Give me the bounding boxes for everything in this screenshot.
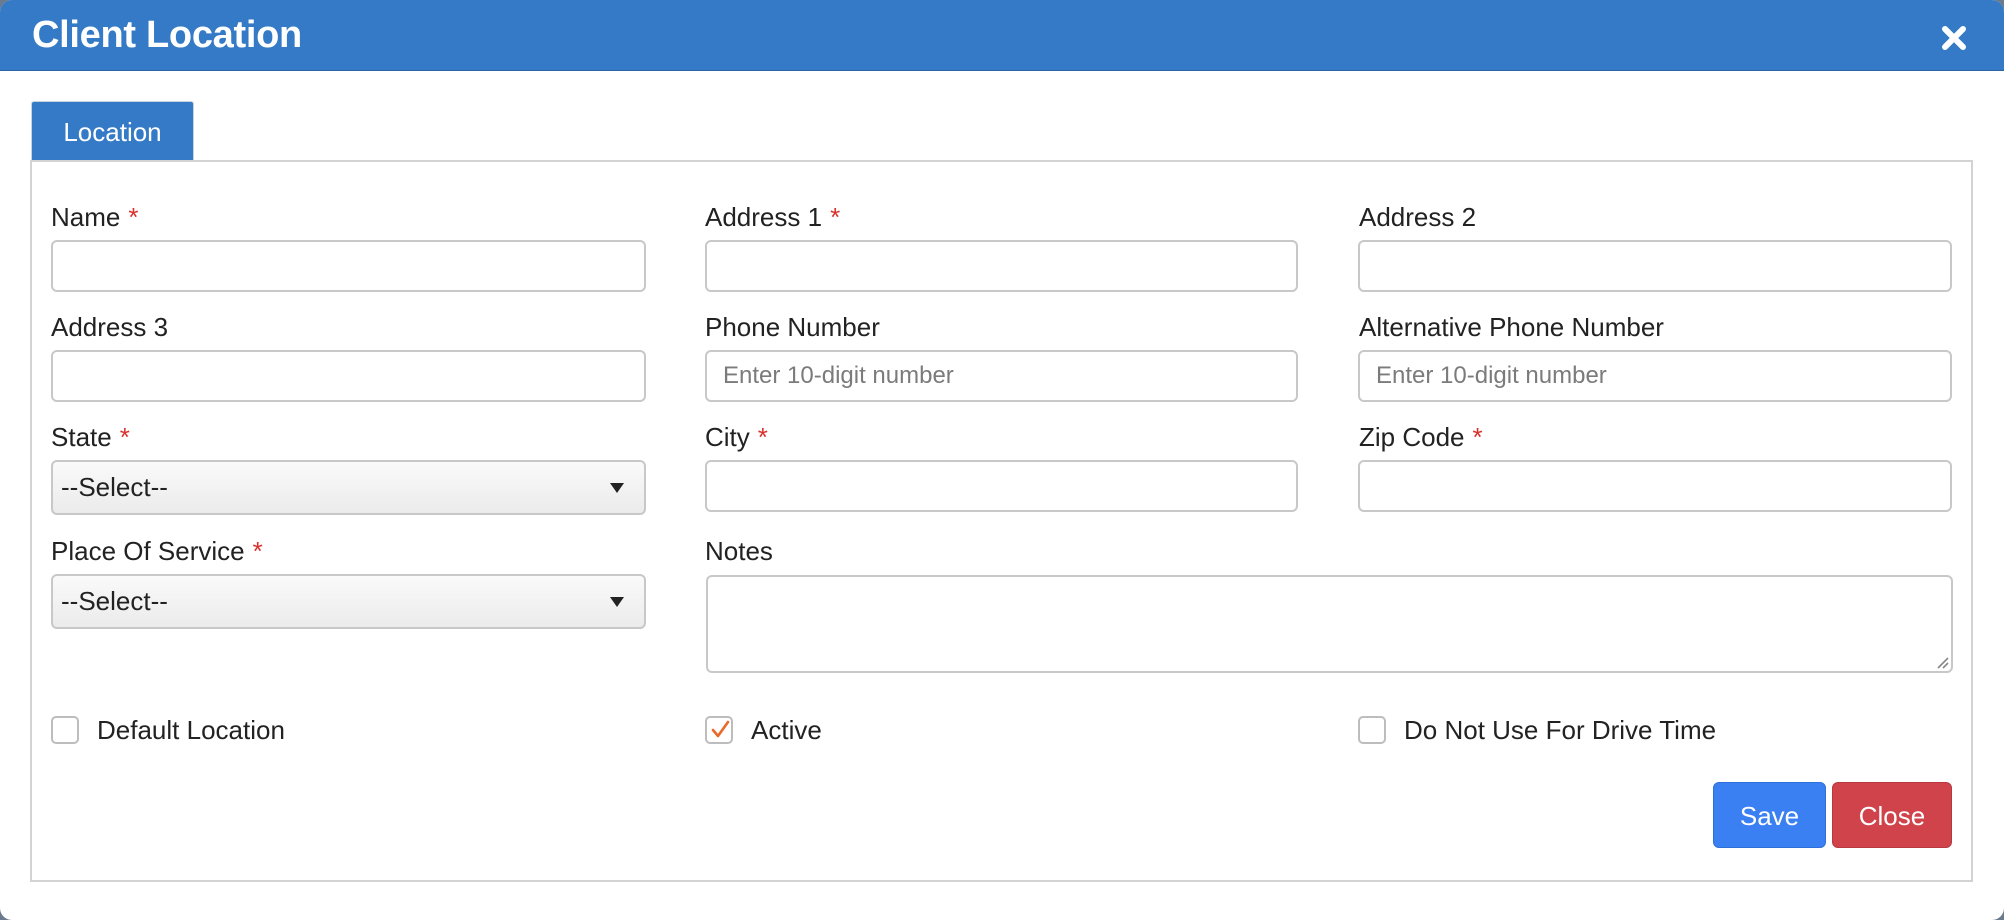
city-input[interactable]: [705, 460, 1298, 512]
notes-label: Notes: [705, 536, 773, 566]
dialog-header: Client Location: [0, 0, 2004, 71]
close-button[interactable]: Close: [1832, 782, 1952, 848]
state-select-value: --Select--: [61, 472, 168, 502]
save-button[interactable]: Save: [1713, 782, 1826, 848]
client-location-dialog: Client Location Location Name * Address 1…: [0, 0, 2004, 920]
dialog-title: Client Location: [32, 14, 302, 56]
city-label: City *: [705, 422, 768, 452]
address3-input[interactable]: [51, 350, 646, 402]
alt-phone-label: Alternative Phone Number: [1359, 312, 1664, 342]
no-drive-time-checkbox[interactable]: [1358, 716, 1386, 744]
address1-input[interactable]: [705, 240, 1298, 292]
name-label: Name *: [51, 202, 139, 232]
default-location-label: Default Location: [97, 715, 285, 745]
resize-grip-icon[interactable]: [1935, 655, 1949, 669]
place-of-service-select-value: --Select--: [61, 586, 168, 616]
alt-phone-input[interactable]: [1358, 350, 1952, 402]
required-marker: *: [1472, 422, 1483, 452]
state-select[interactable]: --Select--: [51, 460, 646, 515]
default-location-checkbox[interactable]: [51, 716, 79, 744]
address2-input[interactable]: [1358, 240, 1952, 292]
zip-input[interactable]: [1358, 460, 1952, 512]
required-marker: *: [757, 422, 768, 452]
tab-location[interactable]: Location: [31, 101, 194, 161]
no-drive-time-label: Do Not Use For Drive Time: [1404, 715, 1717, 745]
chevron-down-icon: [610, 597, 624, 607]
checkmark-icon: [711, 720, 730, 738]
zip-label: Zip Code *: [1359, 422, 1483, 452]
address3-label: Address 3: [51, 312, 169, 342]
active-checkbox[interactable]: [705, 716, 733, 744]
chevron-down-icon: [610, 483, 624, 493]
close-icon[interactable]: [1938, 22, 1970, 54]
address2-label: Address 2: [1359, 202, 1477, 232]
place-of-service-select[interactable]: --Select--: [51, 574, 646, 629]
required-marker: *: [119, 422, 130, 452]
phone-input[interactable]: [705, 350, 1298, 402]
active-label: Active: [751, 715, 822, 745]
phone-label: Phone Number: [705, 312, 880, 342]
place-of-service-label: Place Of Service *: [51, 536, 263, 566]
name-input[interactable]: [51, 240, 646, 292]
address1-label: Address 1 *: [705, 202, 841, 232]
required-marker: *: [830, 202, 841, 232]
required-marker: *: [128, 202, 139, 232]
notes-textarea[interactable]: [706, 575, 1953, 673]
required-marker: *: [252, 536, 263, 566]
state-label: State *: [51, 422, 130, 452]
